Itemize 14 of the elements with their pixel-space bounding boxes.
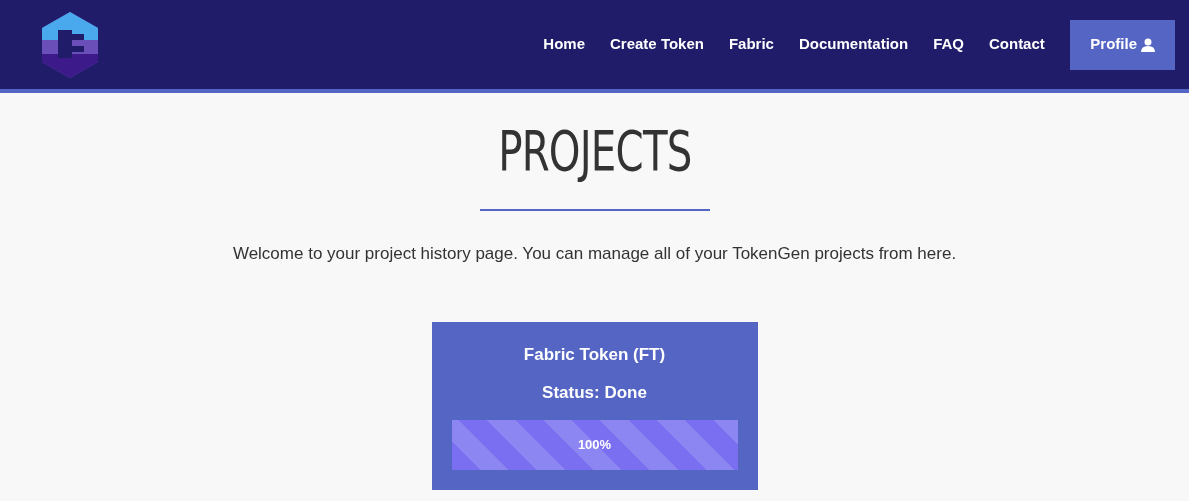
user-icon bbox=[1141, 37, 1155, 52]
nav-link[interactable]: Contact bbox=[976, 33, 1058, 56]
nav-link[interactable]: FAQ bbox=[920, 33, 977, 56]
nav-link[interactable]: Fabric bbox=[716, 33, 787, 56]
page-title: PROJECTS bbox=[497, 119, 692, 183]
intro-text: Welcome to your project history page. You can manage all of your TokenGen projects from here. bbox=[232, 243, 957, 265]
profile-button[interactable]: Profile bbox=[1070, 19, 1175, 70]
nav-link[interactable]: Documentation bbox=[786, 33, 921, 56]
project-card[interactable]: Fabric Token (FT) Status: Done 100% bbox=[431, 321, 758, 490]
nav-link[interactable]: Create Token bbox=[597, 33, 717, 56]
project-status: Status: Done bbox=[542, 382, 647, 404]
progress-label: 100% bbox=[576, 435, 613, 454]
nav-link[interactable]: Home bbox=[530, 33, 598, 56]
project-name: Fabric Token (FT) bbox=[523, 343, 666, 366]
